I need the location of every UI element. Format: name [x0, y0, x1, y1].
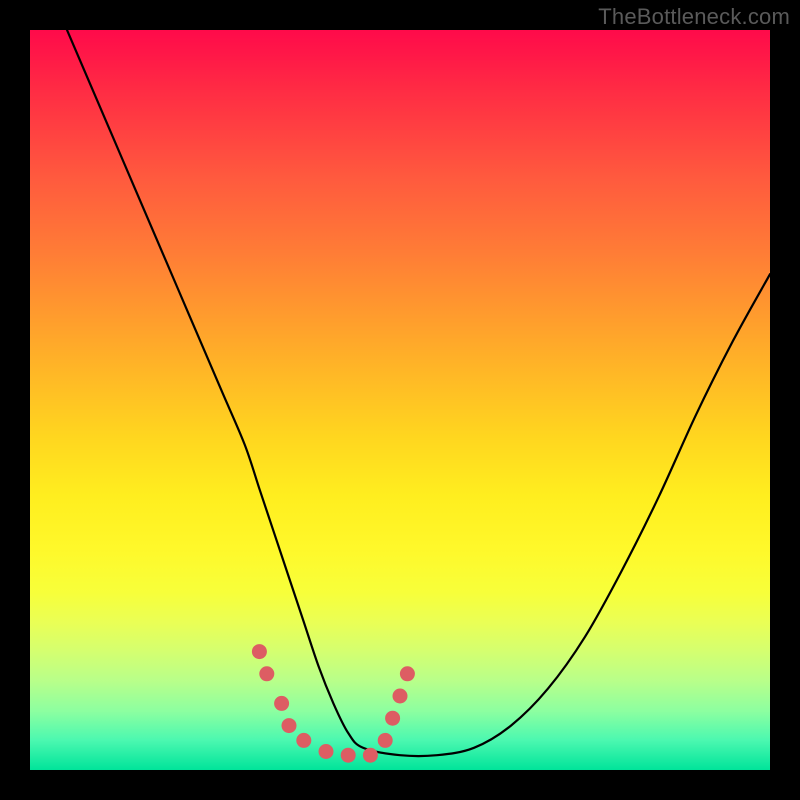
curve-marker — [282, 718, 297, 733]
curve-marker — [319, 744, 334, 759]
curve-marker — [341, 748, 356, 763]
curve-marker — [274, 696, 289, 711]
curve-marker — [259, 666, 274, 681]
plot-area — [30, 30, 770, 770]
watermark-text: TheBottleneck.com — [598, 4, 790, 30]
bottleneck-curve — [67, 30, 770, 756]
curve-marker — [385, 711, 400, 726]
chart-frame: TheBottleneck.com — [0, 0, 800, 800]
curve-marker — [296, 733, 311, 748]
curve-marker — [378, 733, 393, 748]
curve-marker — [393, 689, 408, 704]
curve-marker — [363, 748, 378, 763]
curve-marker — [400, 666, 415, 681]
chart-svg — [30, 30, 770, 770]
curve-marker — [252, 644, 267, 659]
